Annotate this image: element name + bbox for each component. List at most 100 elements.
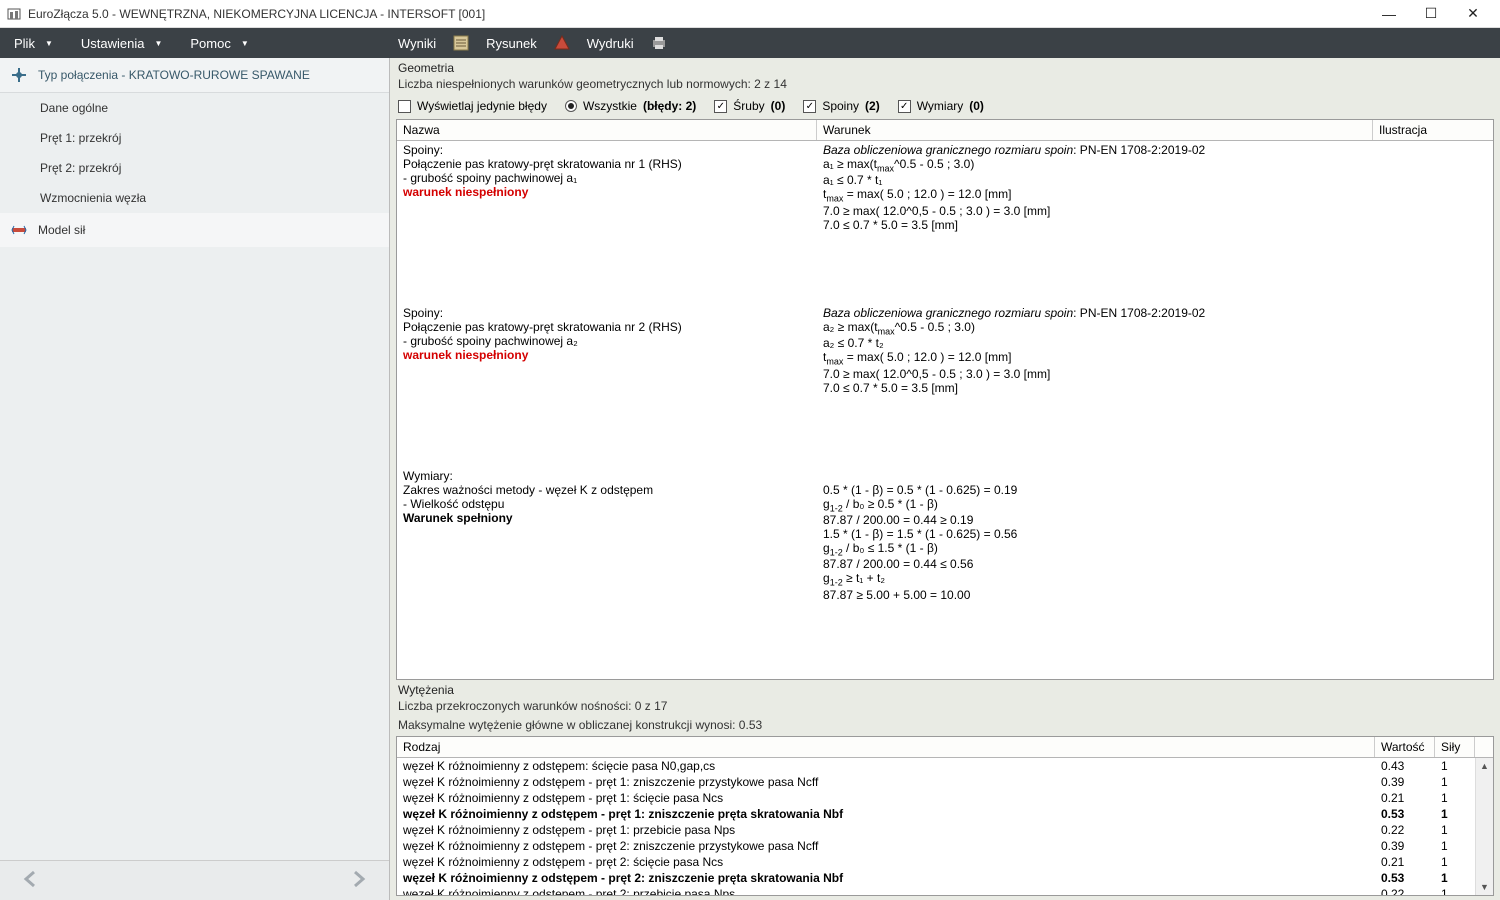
geometria-row[interactable]: Spoiny:Połączenie pas kratowy-pręt skrat… xyxy=(397,234,1493,397)
wytezenia-heading: Wytężenia xyxy=(390,680,1500,698)
window-titlebar: EuroZłącza 5.0 - WEWNĘTRZNA, NIEKOMERCYJ… xyxy=(0,0,1500,28)
radio-all[interactable] xyxy=(565,100,577,112)
geometria-row[interactable]: Spoiny:Połączenie pas kratowy-pręt skrat… xyxy=(397,141,1493,234)
cell-rodzaj: węzeł K różnoimienny z odstępem - pręt 1… xyxy=(397,790,1375,806)
col-warunek[interactable]: Warunek xyxy=(817,120,1373,140)
scroll-down-icon[interactable]: ▼ xyxy=(1476,879,1493,895)
app-icon xyxy=(6,6,22,22)
cell-nazwa: Spoiny:Połączenie pas kratowy-pręt skrat… xyxy=(397,236,817,395)
wytezenia-row[interactable]: węzeł K różnoimienny z odstępem - pręt 2… xyxy=(397,886,1475,895)
sidebar-header-label: Typ połączenia - KRATOWO-RUROWE SPAWANE xyxy=(38,68,310,82)
cell-wartosc: 0.22 xyxy=(1375,822,1435,838)
printer-icon xyxy=(650,34,668,52)
drawing-icon xyxy=(553,34,571,52)
cell-sily: 1 xyxy=(1435,806,1475,822)
cell-warunek: Baza obliczeniowa granicznego rozmiaru s… xyxy=(817,236,1373,395)
geometria-table-body[interactable]: Spoiny:Połączenie pas kratowy-pręt skrat… xyxy=(397,141,1493,679)
geometria-row[interactable]: Wymiary:Zakres ważności metody - węzeł K… xyxy=(397,397,1493,604)
toolbar-wydruki-icon[interactable] xyxy=(642,28,676,58)
menu-pomoc[interactable]: Pomoc▼ xyxy=(176,28,262,58)
cell-wartosc: 0.39 xyxy=(1375,838,1435,854)
wytezenia-row[interactable]: węzeł K różnoimienny z odstępem - pręt 1… xyxy=(397,790,1475,806)
arrow-right-icon xyxy=(347,868,369,890)
scroll-up-icon[interactable]: ▲ xyxy=(1476,758,1493,774)
cell-wartosc: 0.43 xyxy=(1375,758,1435,774)
filter-wymiary[interactable]: Wymiary (0) xyxy=(898,99,984,113)
cell-nazwa: Spoiny:Połączenie pas kratowy-pręt skrat… xyxy=(397,143,817,232)
sidebar-item-pret2[interactable]: Pręt 2: przekrój xyxy=(0,153,389,183)
toolbar-wyniki[interactable]: Wyniki xyxy=(390,28,444,58)
wytezenia-row[interactable]: węzeł K różnoimienny z odstępem - pręt 1… xyxy=(397,822,1475,838)
cell-warunek: Baza obliczeniowa granicznego rozmiaru s… xyxy=(817,143,1373,232)
col-nazwa[interactable]: Nazwa xyxy=(397,120,817,140)
wytezenia-row[interactable]: węzeł K różnoimienny z odstępem - pręt 1… xyxy=(397,806,1475,822)
toolbar-rysunek[interactable]: Rysunek xyxy=(478,28,545,58)
sidebar: Typ połączenia - KRATOWO-RUROWE SPAWANE … xyxy=(0,58,390,900)
sidebar-nav xyxy=(0,860,389,900)
sidebar-item-pret1[interactable]: Pręt 1: przekrój xyxy=(0,123,389,153)
checkbox-spoiny[interactable] xyxy=(803,100,816,113)
geometria-subinfo: Liczba niespełnionych warunków geometryc… xyxy=(390,76,1500,95)
filter-spoiny[interactable]: Spoiny (2) xyxy=(803,99,879,113)
cell-ilustracja xyxy=(1373,143,1493,232)
menu-ustawienia[interactable]: Ustawienia▼ xyxy=(67,28,177,58)
filter-only-errors[interactable]: Wyświetlaj jedynie błędy xyxy=(398,99,547,113)
cell-wartosc: 0.53 xyxy=(1375,806,1435,822)
menu-plik[interactable]: Plik▼ xyxy=(0,28,67,58)
connection-type-icon xyxy=(10,66,28,84)
sidebar-connection-type[interactable]: Typ połączenia - KRATOWO-RUROWE SPAWANE xyxy=(0,58,389,93)
wytezenia-table-body[interactable]: węzeł K różnoimienny z odstępem: ścięcie… xyxy=(397,758,1475,895)
sidebar-item-dane-ogolne[interactable]: Dane ogólne xyxy=(0,93,389,123)
col-ilustracja[interactable]: Ilustracja xyxy=(1373,120,1493,140)
col-rodzaj[interactable]: Rodzaj xyxy=(397,737,1375,757)
maximize-button[interactable]: ☐ xyxy=(1410,0,1452,28)
model-sil-icon xyxy=(10,221,28,239)
cell-nazwa: Wymiary:Zakres ważności metody - węzeł K… xyxy=(397,399,817,602)
wytezenia-row[interactable]: węzeł K różnoimienny z odstępem - pręt 2… xyxy=(397,870,1475,886)
cell-rodzaj: węzeł K różnoimienny z odstępem - pręt 1… xyxy=(397,774,1375,790)
cell-rodzaj: węzeł K różnoimienny z odstępem - pręt 2… xyxy=(397,886,1375,895)
checkbox-wymiary[interactable] xyxy=(898,100,911,113)
toolbar-rysunek-icon[interactable] xyxy=(545,28,579,58)
cell-rodzaj: węzeł K różnoimienny z odstępem - pręt 2… xyxy=(397,854,1375,870)
geometria-table: Nazwa Warunek Ilustracja Spoiny:Połączen… xyxy=(396,119,1494,680)
cell-wartosc: 0.21 xyxy=(1375,854,1435,870)
toolbar-wyniki-icon[interactable] xyxy=(444,28,478,58)
wytezenia-row[interactable]: węzeł K różnoimienny z odstępem - pręt 1… xyxy=(397,774,1475,790)
sidebar-model-sil-label: Model sił xyxy=(38,223,85,237)
cell-warunek: 0.5 * (1 - β) = 0.5 * (1 - 0.625) = 0.19… xyxy=(817,399,1373,602)
cell-sily: 1 xyxy=(1435,886,1475,895)
cell-rodzaj: węzeł K różnoimienny z odstępem - pręt 2… xyxy=(397,838,1375,854)
sidebar-item-wzmocnienia[interactable]: Wzmocnienia węzła xyxy=(0,183,389,213)
filter-all[interactable]: Wszystkie (błędy: 2) xyxy=(565,99,696,113)
nav-forward-button[interactable] xyxy=(347,868,369,893)
cell-wartosc: 0.21 xyxy=(1375,790,1435,806)
results-icon xyxy=(452,34,470,52)
wytezenia-row[interactable]: węzeł K różnoimienny z odstępem - pręt 2… xyxy=(397,854,1475,870)
cell-wartosc: 0.39 xyxy=(1375,774,1435,790)
cell-sily: 1 xyxy=(1435,790,1475,806)
cell-sily: 1 xyxy=(1435,838,1475,854)
col-wartosc[interactable]: Wartość xyxy=(1375,737,1435,757)
wytezenia-sub1: Liczba przekroczonych warunków nośności:… xyxy=(390,698,1500,717)
wytezenia-sub2: Maksymalne wytężenie główne w obliczanej… xyxy=(390,717,1500,736)
nav-back-button[interactable] xyxy=(20,868,42,893)
wytezenia-row[interactable]: węzeł K różnoimienny z odstępem: ścięcie… xyxy=(397,758,1475,774)
cell-rodzaj: węzeł K różnoimienny z odstępem - pręt 1… xyxy=(397,822,1375,838)
minimize-button[interactable]: — xyxy=(1368,0,1410,28)
cell-sily: 1 xyxy=(1435,854,1475,870)
cell-sily: 1 xyxy=(1435,822,1475,838)
filter-sruby[interactable]: Śruby (0) xyxy=(714,99,785,113)
toolbar-wydruki[interactable]: Wydruki xyxy=(579,28,642,58)
wytezenia-table: Rodzaj Wartość Siły węzeł K różnoimienny… xyxy=(396,736,1494,896)
checkbox-only-errors[interactable] xyxy=(398,100,411,113)
col-sily[interactable]: Siły xyxy=(1435,737,1475,757)
cell-ilustracja xyxy=(1373,399,1493,602)
geometria-filters: Wyświetlaj jedynie błędy Wszystkie (błęd… xyxy=(390,95,1500,119)
vertical-scrollbar[interactable]: ▲ ▼ xyxy=(1475,758,1493,895)
close-button[interactable]: ✕ xyxy=(1452,0,1494,28)
cell-rodzaj: węzeł K różnoimienny z odstępem - pręt 2… xyxy=(397,870,1375,886)
sidebar-model-sil[interactable]: Model sił xyxy=(0,213,389,247)
checkbox-sruby[interactable] xyxy=(714,100,727,113)
wytezenia-row[interactable]: węzeł K różnoimienny z odstępem - pręt 2… xyxy=(397,838,1475,854)
